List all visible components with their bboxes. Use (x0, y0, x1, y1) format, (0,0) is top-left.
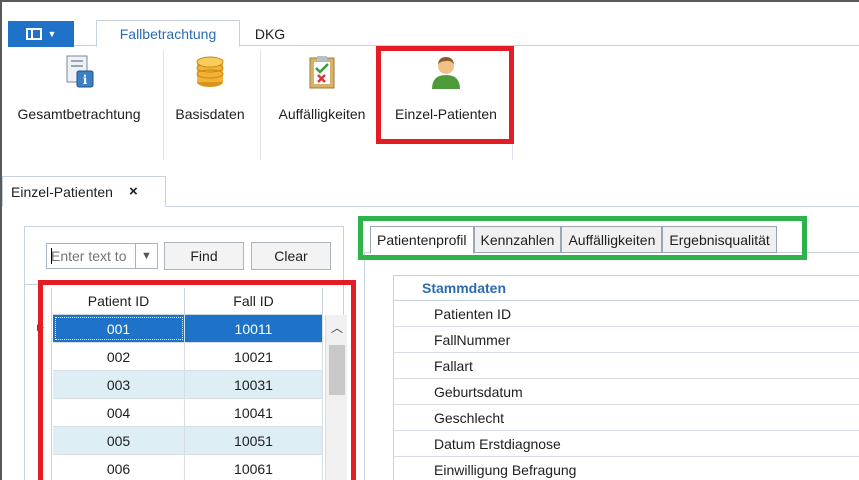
property-row[interactable]: FallNummer (393, 327, 859, 353)
gesamtbetrachtung-button[interactable]: i Gesamtbetrachtung (10, 46, 148, 162)
auffaelligkeiten-label: Auffälligkeiten (278, 106, 366, 122)
property-row[interactable]: Fallart (393, 353, 859, 379)
document-tab-label: Einzel-Patienten (11, 183, 113, 200)
ribbon-separator (260, 50, 261, 160)
app-menu-icon (25, 28, 42, 40)
search-input[interactable] (47, 244, 133, 268)
chevron-down-icon: ▼ (47, 29, 57, 39)
property-row[interactable]: Geburtsdatum (393, 379, 859, 405)
gesamtbetrachtung-label: Gesamtbetrachtung (17, 106, 141, 122)
basisdaten-label: Basisdaten (175, 106, 245, 122)
chevron-down-icon[interactable]: ▼ (135, 244, 157, 268)
svg-text:i: i (83, 73, 88, 87)
clear-button[interactable]: Clear (251, 242, 331, 270)
highlight-patient-grid (38, 280, 356, 480)
info-document-icon: i (61, 54, 97, 90)
document-tab-einzel-patienten[interactable]: Einzel-Patienten × (2, 176, 166, 207)
text-caret (51, 248, 52, 264)
application-menu-button[interactable]: ▼ (8, 21, 74, 47)
tab-dkg[interactable]: DKG (244, 20, 296, 47)
database-icon (192, 54, 228, 90)
basisdaten-button[interactable]: Basisdaten (168, 46, 252, 162)
tab-fallbetrachtung[interactable]: Fallbetrachtung (96, 20, 240, 47)
highlight-detail-tabs (358, 216, 807, 260)
clipboard-check-icon (304, 54, 340, 90)
property-section-header[interactable]: Stammdaten (393, 275, 859, 301)
close-icon[interactable]: × (129, 183, 138, 200)
auffaelligkeiten-button[interactable]: Auffälligkeiten (270, 46, 374, 162)
property-row[interactable]: Patienten ID (393, 301, 859, 327)
ribbon-tab-strip: ▼ Fallbetrachtung DKG (8, 14, 859, 47)
search-combobox[interactable]: ▼ (46, 243, 158, 269)
find-button[interactable]: Find (164, 242, 244, 270)
property-row[interactable]: Datum Erstdiagnose (393, 431, 859, 457)
property-grid: Stammdaten Patienten ID FallNummer Falla… (393, 275, 859, 480)
property-row[interactable]: Geschlecht (393, 405, 859, 431)
highlight-ribbon-einzel-patienten (376, 46, 514, 144)
property-row[interactable]: Einwilligung Befragung (393, 457, 859, 480)
ribbon-separator (163, 50, 164, 160)
